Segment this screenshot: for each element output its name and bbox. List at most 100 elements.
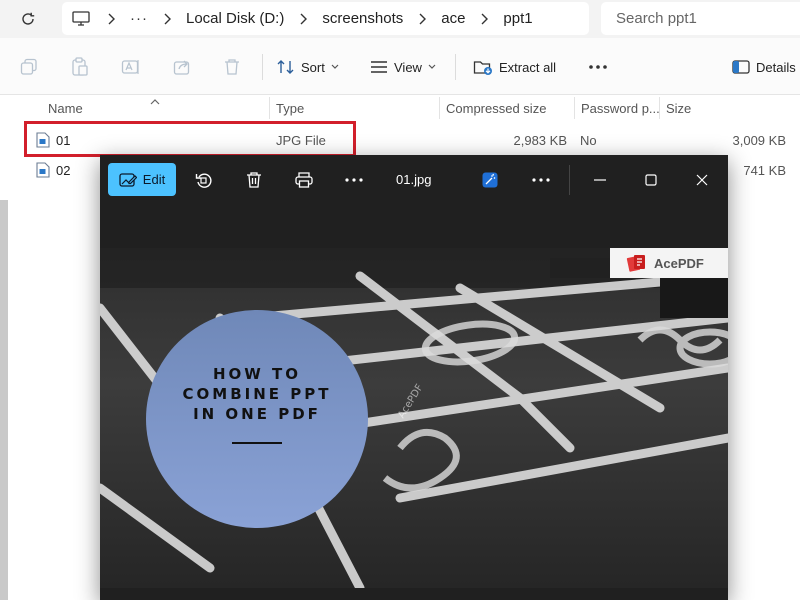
maximize-button[interactable] bbox=[635, 163, 667, 196]
column-divider[interactable] bbox=[659, 97, 660, 119]
viewer-more-button-2[interactable] bbox=[525, 163, 557, 196]
column-compressed-size[interactable]: Compressed size bbox=[446, 101, 546, 116]
delete-photo-button[interactable] bbox=[238, 163, 270, 196]
selection-highlight-box bbox=[24, 121, 356, 157]
refresh-button[interactable] bbox=[14, 6, 42, 32]
breadcrumb: ··· Local Disk (D:) screenshots ace ppt1 bbox=[62, 2, 589, 35]
print-button[interactable] bbox=[288, 163, 320, 196]
breadcrumb-local-disk[interactable]: Local Disk (D:) bbox=[182, 10, 288, 27]
more-options-button[interactable] bbox=[588, 55, 608, 79]
column-size[interactable]: Size bbox=[666, 101, 691, 116]
chevron-right-icon[interactable] bbox=[152, 13, 182, 25]
edit-label: Edit bbox=[142, 172, 166, 187]
sort-button[interactable]: Sort bbox=[277, 55, 339, 79]
details-label: Details bbox=[756, 59, 796, 75]
copy-icon bbox=[20, 58, 37, 75]
sort-label: Sort bbox=[301, 59, 325, 75]
brand-badge: AcePDF bbox=[610, 248, 728, 278]
paste-button[interactable] bbox=[71, 55, 89, 79]
share-icon bbox=[173, 60, 190, 75]
chevron-right-icon[interactable] bbox=[469, 13, 499, 25]
search-input[interactable] bbox=[616, 10, 786, 27]
file-size: 741 KB bbox=[743, 163, 786, 178]
sort-icon bbox=[277, 60, 294, 74]
refresh-icon bbox=[22, 12, 35, 25]
image-title: HOW TO COMBINE PPT IN ONE PDF bbox=[146, 364, 368, 424]
minimize-icon bbox=[594, 178, 606, 181]
toolbar-divider bbox=[455, 54, 456, 80]
viewer-filename: 01.jpg bbox=[396, 172, 432, 187]
extract-all-label: Extract all bbox=[499, 59, 557, 75]
photo-canvas[interactable]: HOW TO COMBINE PPT IN ONE PDF AcePDF Ace… bbox=[100, 248, 728, 588]
chevron-down-icon bbox=[428, 64, 436, 70]
more-crumbs-button[interactable]: ··· bbox=[126, 10, 152, 27]
printer-icon bbox=[295, 171, 313, 188]
extract-all-button[interactable]: Extract all bbox=[473, 55, 556, 79]
title-underline bbox=[232, 442, 282, 444]
extract-icon bbox=[473, 61, 492, 75]
breadcrumb-screenshots[interactable]: screenshots bbox=[318, 10, 407, 27]
close-button[interactable] bbox=[686, 163, 718, 196]
view-button[interactable]: View bbox=[370, 55, 436, 79]
edit-image-icon bbox=[119, 172, 137, 187]
copy-button[interactable] bbox=[20, 55, 38, 79]
monitor-icon bbox=[72, 10, 90, 26]
this-pc-button[interactable] bbox=[72, 10, 96, 27]
image-title-line-1: HOW TO bbox=[212, 365, 302, 383]
view-label: View bbox=[394, 59, 422, 75]
viewer-toolbar: Edit 01.jpg bbox=[100, 155, 728, 203]
rotate-icon bbox=[195, 172, 212, 188]
magic-edit-icon bbox=[482, 172, 498, 187]
rename-button[interactable] bbox=[121, 55, 141, 79]
column-divider[interactable] bbox=[439, 97, 440, 119]
details-button[interactable]: Details bbox=[732, 55, 796, 79]
column-name[interactable]: Name bbox=[48, 101, 83, 116]
edit-button[interactable]: Edit bbox=[108, 163, 176, 196]
delete-button[interactable] bbox=[223, 55, 241, 79]
minimize-button[interactable] bbox=[584, 163, 616, 196]
viewer-more-button[interactable] bbox=[338, 163, 370, 196]
image-title-line-3: IN ONE PDF bbox=[193, 405, 321, 423]
photo-viewer-window: Edit 01.jpg HOW TO COMBINE PPT IN ONE PD… bbox=[100, 155, 728, 600]
column-headers: Name Type Compressed size Password p... … bbox=[0, 95, 800, 121]
rotate-button[interactable] bbox=[188, 163, 220, 196]
navigation-pane-scrollbar[interactable] bbox=[0, 200, 8, 600]
sort-ascending-icon bbox=[150, 92, 160, 110]
toolbar-divider bbox=[262, 54, 263, 80]
image-title-line-2: COMBINE PPT bbox=[182, 385, 332, 403]
chevron-down-icon bbox=[331, 64, 339, 70]
trash-icon bbox=[247, 171, 261, 188]
toolbar-divider bbox=[569, 165, 570, 195]
file-password: No bbox=[580, 133, 597, 148]
view-icon bbox=[371, 61, 387, 73]
column-type[interactable]: Type bbox=[276, 101, 304, 116]
file-compressed-size: 2,983 KB bbox=[513, 133, 568, 148]
rename-icon bbox=[121, 60, 139, 74]
jpg-file-icon bbox=[36, 162, 50, 181]
trash-icon bbox=[225, 59, 239, 75]
file-name: 02 bbox=[56, 163, 71, 178]
acepdf-logo-icon bbox=[626, 255, 645, 272]
chevron-right-icon[interactable] bbox=[288, 13, 318, 25]
details-pane-icon bbox=[732, 60, 750, 74]
more-icon bbox=[589, 65, 607, 69]
breadcrumb-ppt1[interactable]: ppt1 bbox=[499, 10, 536, 27]
column-divider[interactable] bbox=[574, 97, 575, 119]
maximize-icon bbox=[645, 173, 657, 186]
address-bar: ··· Local Disk (D:) screenshots ace ppt1 bbox=[0, 0, 800, 38]
photo-editor-button[interactable] bbox=[475, 163, 505, 196]
column-password[interactable]: Password p... bbox=[581, 101, 660, 116]
chevron-right-icon[interactable] bbox=[407, 13, 437, 25]
file-size: 3,009 KB bbox=[732, 133, 787, 148]
paste-icon bbox=[72, 57, 88, 76]
more-icon bbox=[532, 177, 550, 182]
search-box[interactable] bbox=[601, 2, 800, 35]
column-divider[interactable] bbox=[269, 97, 270, 119]
breadcrumb-ace[interactable]: ace bbox=[437, 10, 469, 27]
close-icon bbox=[696, 174, 708, 185]
command-bar: Sort View Extract all Details bbox=[0, 38, 800, 95]
chevron-right-icon[interactable] bbox=[96, 13, 126, 25]
more-icon bbox=[345, 177, 363, 182]
title-circle: HOW TO COMBINE PPT IN ONE PDF bbox=[146, 310, 368, 528]
share-button[interactable] bbox=[173, 55, 191, 79]
